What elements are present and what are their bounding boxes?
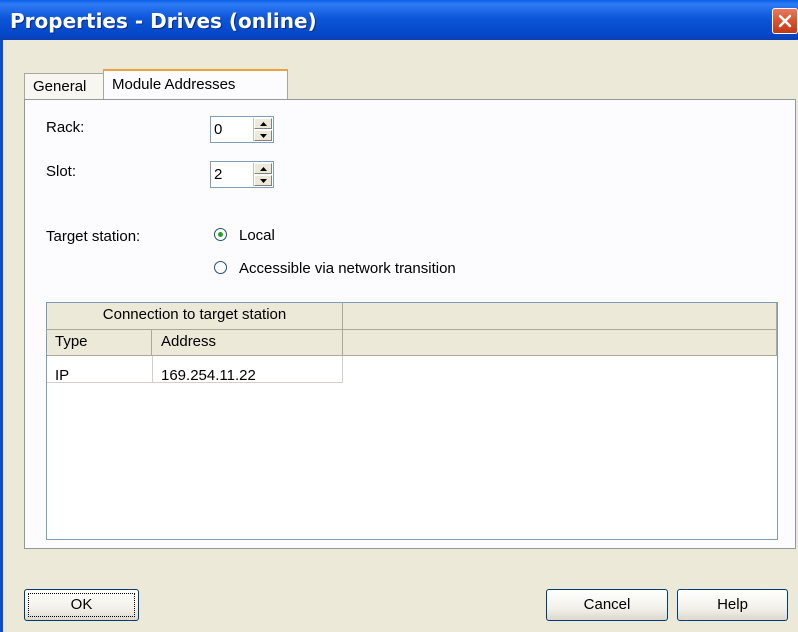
tab-general[interactable]: General: [24, 73, 104, 99]
close-icon: [778, 14, 792, 28]
slot-spin-up[interactable]: [254, 163, 272, 174]
radio-selected-dot: [218, 232, 223, 237]
group-header: Connection to target station: [47, 303, 343, 330]
rack-value[interactable]: 0: [214, 121, 222, 138]
connection-table[interactable]: Connection to target station Type Addres…: [46, 302, 778, 540]
radio-local-label[interactable]: Local: [239, 227, 275, 244]
radio-button[interactable]: [214, 261, 227, 274]
properties-dialog: Properties - Drives (online) General Mod…: [0, 0, 798, 632]
help-button[interactable]: Help: [677, 589, 788, 621]
arrow-down-icon: [260, 179, 267, 183]
rack-spinner[interactable]: 0: [210, 116, 274, 143]
slot-value[interactable]: 2: [214, 166, 222, 183]
slot-label: Slot:: [46, 163, 77, 180]
title-bar[interactable]: Properties - Drives (online): [0, 0, 798, 40]
arrow-up-icon: [260, 122, 267, 126]
rack-spin-down[interactable]: [254, 130, 272, 141]
help-label: Help: [717, 596, 748, 613]
focus-rect: [28, 593, 135, 617]
radio-button[interactable]: [214, 228, 227, 241]
radio-network-transition-label[interactable]: Accessible via network transition: [239, 260, 456, 277]
cell-divider: [152, 356, 153, 382]
group-header-empty: [343, 303, 777, 330]
ok-button[interactable]: OK: [24, 589, 139, 621]
column-header-address[interactable]: Address: [152, 330, 343, 356]
window-frame: [0, 40, 3, 632]
target-station-label: Target station:: [46, 228, 141, 245]
row-divider: [47, 382, 343, 383]
rack-spin-up[interactable]: [254, 118, 272, 129]
column-header-type[interactable]: Type: [47, 330, 152, 356]
cancel-label: Cancel: [583, 596, 631, 613]
tab-module-addresses[interactable]: Module Addresses: [103, 69, 288, 99]
window-title: Properties - Drives (online): [10, 9, 317, 33]
close-button[interactable]: [772, 8, 798, 34]
column-header-empty: [343, 330, 777, 356]
arrow-up-icon: [260, 167, 267, 171]
cancel-button[interactable]: Cancel: [546, 589, 668, 621]
cell-divider: [342, 356, 343, 382]
rack-label: Rack:: [46, 119, 85, 136]
slot-spinner[interactable]: 2: [210, 161, 274, 188]
slot-spin-down[interactable]: [254, 175, 272, 186]
arrow-down-icon: [260, 134, 267, 138]
